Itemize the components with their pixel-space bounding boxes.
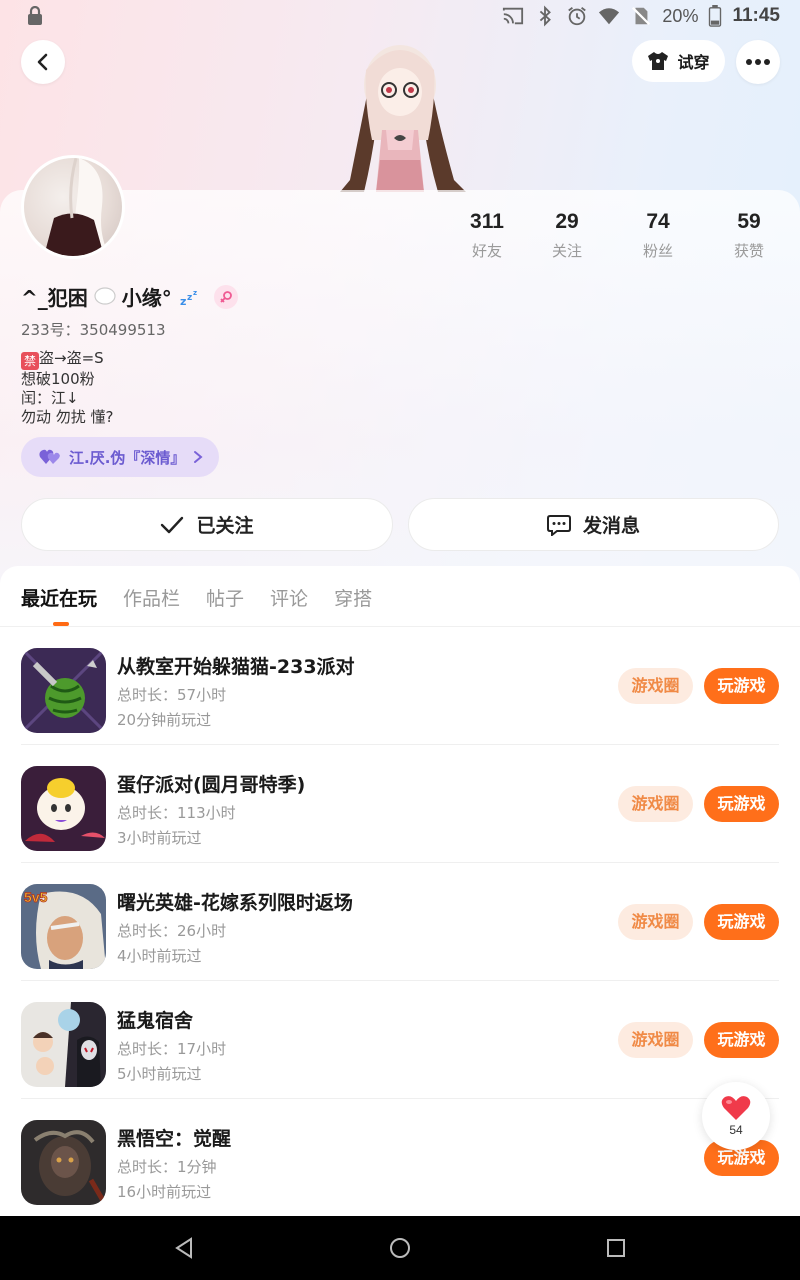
game-title: 曙光英雄-花嫁系列限时返场: [117, 892, 353, 914]
game-icon-ghost-dorm[interactable]: [21, 1002, 106, 1087]
game-last-played: 16小时前玩过: [117, 1183, 212, 1201]
game-icon-black-wukong[interactable]: [21, 1120, 106, 1205]
try-on-label: 试穿: [677, 53, 710, 72]
checkmark-icon: [161, 516, 184, 533]
female-gender-icon: [213, 284, 238, 309]
tab-works[interactable]: 作品栏: [123, 584, 180, 611]
play-game-button[interactable]: 玩游戏: [704, 1022, 779, 1058]
lock-icon: [28, 6, 42, 25]
username-prefix: ^_犯困: [21, 286, 88, 310]
game-icon-eggy-party[interactable]: [21, 766, 106, 851]
stat-friends[interactable]: 311 好友: [447, 210, 527, 261]
back-button[interactable]: [21, 40, 65, 84]
game-last-played: 3小时前玩过: [117, 829, 202, 847]
game-circle-button[interactable]: 游戏圈: [618, 1022, 693, 1058]
game-duration: 总时长：26小时: [117, 922, 227, 940]
message-bubble-icon: [546, 514, 571, 536]
game-circle-button[interactable]: 游戏圈: [618, 904, 693, 940]
ban-badge: 禁: [21, 352, 39, 370]
alarm-icon: [568, 7, 587, 26]
tab-comments[interactable]: 评论: [270, 584, 308, 611]
game-list-item[interactable]: 蛋仔派对(圆月哥特季) 总时长：113小时 3小时前玩过 游戏圈 玩游戏: [0, 745, 800, 863]
back-nav-icon[interactable]: [173, 1237, 195, 1259]
system-navigation-bar: [0, 1216, 800, 1280]
username: ^_犯困 小缘° z z z: [21, 282, 238, 311]
stat-likes[interactable]: 59 获赞: [709, 210, 789, 261]
more-dots-icon: [746, 59, 770, 65]
like-floating-button[interactable]: 54: [702, 1082, 770, 1150]
avatar-3d-figure[interactable]: [320, 30, 480, 192]
game-title: 从教室开始躲猫猫-233派对: [117, 656, 355, 678]
bio: 禁盗→盗=S 想破100粉 闰：江↓ 勿动 勿扰 懂?: [21, 349, 114, 427]
chevron-right-icon: [194, 451, 203, 463]
send-message-button[interactable]: 发消息: [408, 498, 779, 551]
game-list-item[interactable]: 黑悟空：觉醒 总时长：1分钟 16小时前玩过 玩游戏: [0, 1099, 800, 1217]
game-list-item[interactable]: 从教室开始躲猫猫-233派对 总时长：57小时 20分钟前玩过 游戏圈 玩游戏: [0, 627, 800, 745]
game-last-played: 5小时前玩过: [117, 1065, 202, 1083]
game-title: 猛鬼宿舍: [117, 1010, 194, 1032]
battery-percent: 20%: [662, 5, 699, 26]
clock: 11:45: [732, 5, 780, 26]
username-suffix: 小缘°: [121, 286, 172, 310]
bio-line: 勿动 勿扰 懂?: [21, 408, 114, 426]
bluetooth-icon: [540, 5, 552, 27]
speech-bubble-emoji-icon: [94, 286, 116, 305]
game-icon-watermelon[interactable]: [21, 648, 106, 733]
game-duration: 总时长：1分钟: [117, 1158, 217, 1176]
avatar[interactable]: [21, 155, 125, 259]
recents-nav-icon[interactable]: [605, 1237, 627, 1259]
play-game-button[interactable]: 玩游戏: [704, 904, 779, 940]
tab-recently-played[interactable]: 最近在玩: [21, 584, 97, 611]
game-title: 黑悟空：觉醒: [117, 1128, 232, 1150]
double-heart-icon: [39, 449, 60, 464]
send-message-label: 发消息: [582, 515, 640, 537]
tab-outfits[interactable]: 穿搭: [334, 584, 372, 611]
profile-tabs: 最近在玩 作品栏 帖子 评论 穿搭: [21, 584, 372, 611]
game-icon-dawn-heroes[interactable]: 5v5: [21, 884, 106, 969]
game-duration: 总时长：57小时: [117, 686, 227, 704]
stat-following[interactable]: 29 关注: [527, 210, 607, 261]
svg-text:z: z: [193, 289, 197, 297]
home-nav-icon[interactable]: [389, 1237, 411, 1259]
cast-icon: [503, 7, 524, 25]
svg-text:z: z: [187, 293, 192, 303]
bio-line: 想破100粉: [21, 370, 95, 388]
svg-text:z: z: [180, 295, 186, 307]
status-bar: 20% 11:45: [0, 0, 800, 34]
game-duration: 总时长：113小时: [117, 804, 236, 822]
game-title: 蛋仔派对(圆月哥特季): [117, 774, 306, 796]
game-circle-button[interactable]: 游戏圈: [618, 786, 693, 822]
battery-icon: [709, 5, 722, 27]
chevron-left-icon: [37, 53, 48, 71]
heart-icon: [721, 1096, 751, 1120]
no-sim-icon: [632, 6, 651, 26]
following-label: 已关注: [196, 515, 254, 537]
stat-fans[interactable]: 74 粉丝: [618, 210, 698, 261]
game-circle-button[interactable]: 游戏圈: [618, 668, 693, 704]
game-list-item[interactable]: 5v5 曙光英雄-花嫁系列限时返场 总时长：26小时 4小时前玩过 游戏圈 玩游…: [0, 863, 800, 981]
tab-posts[interactable]: 帖子: [206, 584, 244, 611]
more-button[interactable]: [736, 40, 780, 84]
play-game-button[interactable]: 玩游戏: [704, 668, 779, 704]
game-last-played: 20分钟前玩过: [117, 711, 212, 729]
play-game-button[interactable]: 玩游戏: [704, 786, 779, 822]
cp-label: 江.厌.伪『深情』: [69, 448, 186, 467]
cp-relationship-chip[interactable]: 江.厌.伪『深情』: [21, 437, 220, 477]
sleeping-zzz-icon: z z z: [180, 289, 197, 307]
bio-line: 闰：江↓: [21, 389, 79, 407]
user-id: 233号：350499513: [21, 321, 166, 339]
like-count: 54: [729, 1123, 743, 1137]
wifi-icon: [599, 8, 620, 25]
bio-line: 盗→盗=S: [39, 349, 104, 367]
try-on-button[interactable]: 试穿: [632, 40, 725, 82]
game-duration: 总时长：17小时: [117, 1040, 227, 1058]
shirt-icon: [648, 52, 669, 70]
following-button[interactable]: 已关注: [21, 498, 393, 551]
game-last-played: 4小时前玩过: [117, 947, 202, 965]
game-list-item[interactable]: 猛鬼宿舍 总时长：17小时 5小时前玩过 游戏圈 玩游戏: [0, 981, 800, 1099]
game-icon-badge: 5v5: [24, 889, 48, 905]
